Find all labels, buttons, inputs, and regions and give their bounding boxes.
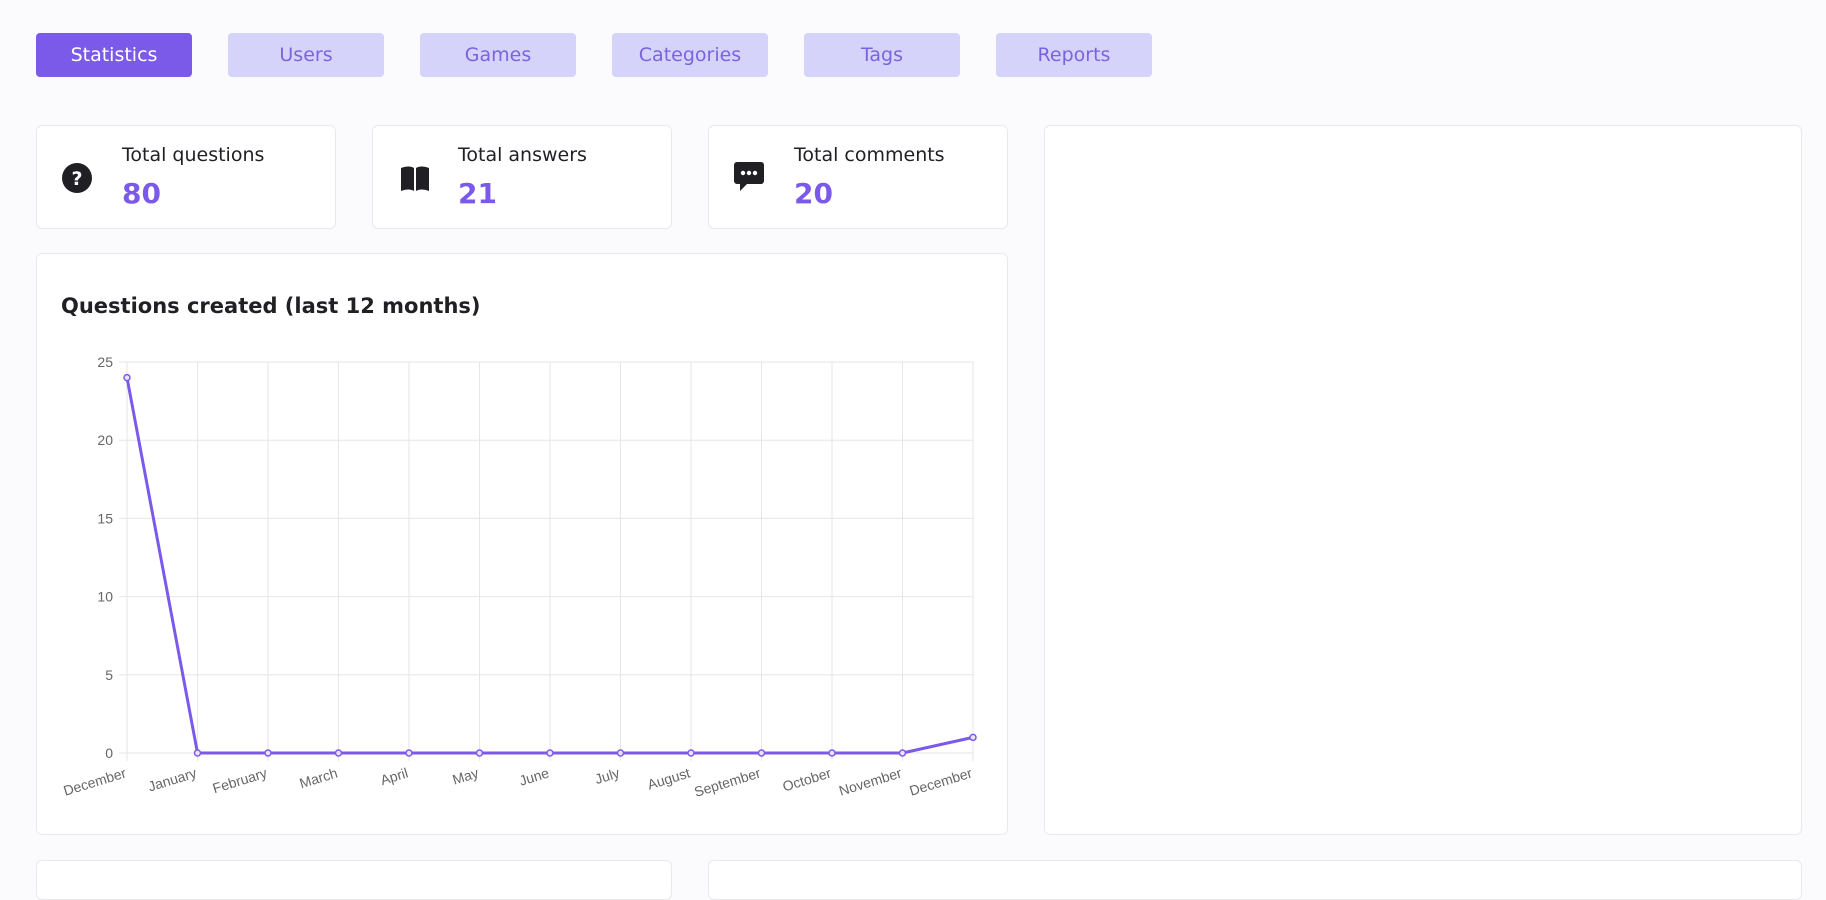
question-circle-icon: ? bbox=[62, 163, 92, 193]
data-point bbox=[616, 749, 625, 757]
comment-dots-icon bbox=[734, 162, 764, 191]
stat-value: 20 bbox=[794, 177, 833, 210]
stat-label: Total answers bbox=[458, 144, 587, 166]
nav-reports-button[interactable]: Reports bbox=[996, 33, 1152, 77]
x-tick-label: October bbox=[781, 764, 834, 794]
stat-card-questions: ? Total questions 80 bbox=[36, 125, 336, 229]
x-tick-label: June bbox=[517, 765, 551, 789]
nav-users-button[interactable]: Users bbox=[228, 33, 384, 77]
x-tick-label: March bbox=[297, 765, 339, 792]
data-point bbox=[687, 749, 695, 757]
y-tick-label: 20 bbox=[97, 432, 113, 448]
data-point bbox=[334, 749, 343, 757]
x-tick-label: August bbox=[646, 765, 692, 793]
svg-text:?: ? bbox=[71, 168, 82, 190]
y-tick-label: 25 bbox=[97, 354, 113, 370]
x-tick-label: December bbox=[907, 764, 974, 798]
x-tick-label: November bbox=[837, 764, 904, 798]
data-point bbox=[405, 749, 413, 757]
data-point bbox=[757, 749, 766, 757]
y-tick-label: 10 bbox=[97, 589, 113, 605]
y-tick-label: 0 bbox=[105, 745, 113, 761]
nav-categories-button[interactable]: Categories bbox=[612, 33, 768, 77]
data-point bbox=[969, 733, 977, 742]
x-tick-label: May bbox=[450, 765, 480, 788]
data-point bbox=[475, 749, 484, 757]
x-tick-label: February bbox=[211, 765, 269, 797]
stat-value: 21 bbox=[458, 177, 497, 210]
stat-card-answers: Total answers 21 bbox=[372, 125, 672, 229]
nav-tags-button[interactable]: Tags bbox=[804, 33, 960, 77]
stat-label: Total questions bbox=[122, 144, 265, 166]
data-point bbox=[123, 373, 131, 382]
nav-games-button[interactable]: Games bbox=[420, 33, 576, 77]
line-chart: 0 5 10 15 20 25 December January February March Ap… bbox=[61, 354, 977, 800]
top-nav: Statistics Users Games Categories Tags R… bbox=[36, 33, 1152, 77]
data-point bbox=[193, 749, 202, 757]
stat-label: Total comments bbox=[794, 144, 945, 166]
bottom-card-right bbox=[708, 860, 1802, 900]
side-panel bbox=[1044, 125, 1802, 835]
nav-statistics-button[interactable]: Statistics bbox=[36, 33, 192, 77]
data-point bbox=[828, 749, 836, 757]
data-point bbox=[264, 749, 272, 757]
data-point bbox=[546, 749, 554, 757]
book-open-icon bbox=[401, 166, 429, 191]
chart-card: Questions created (last 12 months) 0 5 10 1… bbox=[36, 253, 1008, 835]
stat-card-comments: Total comments 20 bbox=[708, 125, 1008, 229]
x-tick-label: July bbox=[593, 765, 621, 788]
stat-value: 80 bbox=[122, 177, 161, 210]
x-tick-label: April bbox=[378, 765, 409, 788]
x-tick-label: January bbox=[146, 765, 198, 795]
bottom-card-left bbox=[36, 860, 672, 900]
y-tick-label: 5 bbox=[105, 667, 113, 683]
x-tick-label: September bbox=[692, 764, 762, 799]
x-tick-label: December bbox=[61, 764, 128, 798]
data-point bbox=[898, 749, 907, 757]
y-tick-label: 15 bbox=[97, 510, 113, 526]
